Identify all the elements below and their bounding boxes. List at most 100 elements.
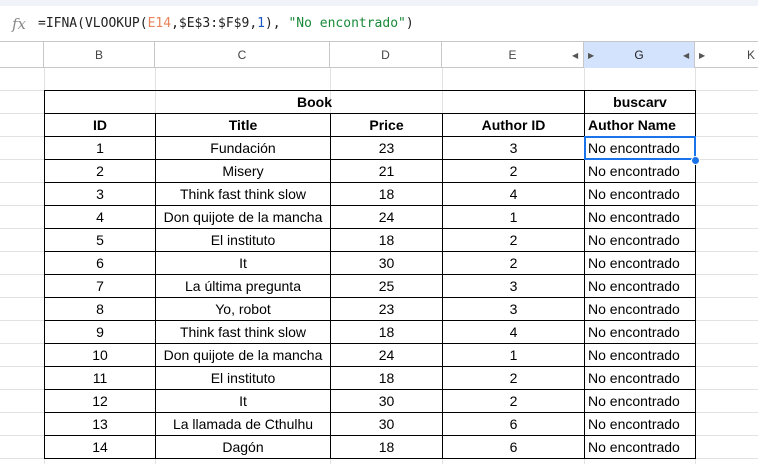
cell-author-id[interactable]: 1 bbox=[442, 205, 585, 229]
cell-author-id[interactable]: 2 bbox=[442, 389, 585, 413]
cell-id[interactable]: 1 bbox=[44, 136, 156, 160]
table-row: 10 Don quijote de la mancha 24 1 No encontra… bbox=[44, 343, 696, 367]
cell-price[interactable]: 18 bbox=[330, 182, 443, 206]
cell-id[interactable]: 3 bbox=[44, 182, 156, 206]
cell-title[interactable]: Misery bbox=[155, 159, 331, 183]
cell-id[interactable]: 2 bbox=[44, 159, 156, 183]
col-header-c[interactable]: C bbox=[155, 42, 330, 68]
cell-id[interactable]: 7 bbox=[44, 274, 156, 298]
column-title[interactable]: Title bbox=[155, 113, 331, 137]
col-header-k[interactable]: K bbox=[695, 42, 758, 68]
table-row: 5 El instituto 18 2 No encontrado bbox=[44, 228, 696, 252]
cell-title[interactable]: It bbox=[155, 251, 331, 275]
cell-author-id[interactable]: 6 bbox=[442, 412, 585, 436]
cell-price[interactable]: 23 bbox=[330, 297, 443, 321]
cell-author-name[interactable]: No encontrado bbox=[584, 343, 696, 367]
group-header-buscarv[interactable]: buscarv bbox=[584, 90, 696, 114]
cell-author-name[interactable]: No encontrado bbox=[584, 412, 696, 436]
cell-author-name[interactable]: No encontrado bbox=[584, 159, 696, 183]
cell-author-name[interactable]: No encontrado bbox=[584, 228, 696, 252]
cell-author-name[interactable]: No encontrado bbox=[584, 274, 696, 298]
cell-id[interactable]: 6 bbox=[44, 251, 156, 275]
hidden-columns-right-arrow-icon[interactable]: ▶ bbox=[588, 51, 594, 60]
cell-price[interactable]: 18 bbox=[330, 320, 443, 344]
cell-author-name[interactable]: No encontrado bbox=[584, 366, 696, 390]
cell-id[interactable]: 13 bbox=[44, 412, 156, 436]
cell-id[interactable]: 8 bbox=[44, 297, 156, 321]
cell-author-name[interactable]: No encontrado bbox=[584, 136, 696, 160]
cell-price[interactable]: 18 bbox=[330, 366, 443, 390]
cell-author-id[interactable]: 4 bbox=[442, 182, 585, 206]
group-header-book[interactable]: Book bbox=[44, 90, 585, 114]
cell-author-name[interactable]: No encontrado bbox=[584, 205, 696, 229]
cell-title[interactable]: La llamada de Cthulhu bbox=[155, 412, 331, 436]
cell-price[interactable]: 24 bbox=[330, 343, 443, 367]
hidden-columns-left-arrow-icon[interactable]: ◀ bbox=[572, 51, 578, 60]
table-row: 3 Think fast think slow 18 4 No encontrado bbox=[44, 182, 696, 206]
cell-title[interactable]: Dagón bbox=[155, 435, 331, 459]
formula-bar[interactable]: fx =IFNA(VLOOKUP(E14,$E$3:$F$9,1), "No e… bbox=[0, 0, 758, 42]
cell-title[interactable]: Yo, robot bbox=[155, 297, 331, 321]
cell-price[interactable]: 25 bbox=[330, 274, 443, 298]
formula-string: "No encontrado" bbox=[288, 16, 406, 31]
cell-id[interactable]: 10 bbox=[44, 343, 156, 367]
cell-author-name[interactable]: No encontrado bbox=[584, 389, 696, 413]
cell-author-name[interactable]: No encontrado bbox=[584, 320, 696, 344]
cell-id[interactable]: 14 bbox=[44, 435, 156, 459]
hidden-columns-left-arrow-icon[interactable]: ◀ bbox=[683, 51, 689, 60]
cell-price[interactable]: 24 bbox=[330, 205, 443, 229]
cell-author-id[interactable]: 3 bbox=[442, 297, 585, 321]
table-row: 1 Fundación 23 3 No encontrado bbox=[44, 136, 696, 160]
corner-cell[interactable] bbox=[0, 42, 44, 68]
cell-title[interactable]: Think fast think slow bbox=[155, 320, 331, 344]
formula-input[interactable]: =IFNA(VLOOKUP(E14,$E$3:$F$9,1), "No enco… bbox=[38, 16, 414, 31]
fill-handle[interactable] bbox=[691, 156, 700, 165]
cell-author-id[interactable]: 1 bbox=[442, 343, 585, 367]
col-header-d[interactable]: D bbox=[330, 42, 442, 68]
cell-price[interactable]: 23 bbox=[330, 136, 443, 160]
col-header-g[interactable]: G bbox=[584, 42, 695, 68]
cell-price[interactable]: 18 bbox=[330, 228, 443, 252]
table-row: 4 Don quijote de la mancha 24 1 No encontrad… bbox=[44, 205, 696, 229]
table-row: 9 Think fast think slow 18 4 No encontrado bbox=[44, 320, 696, 344]
cell-author-id[interactable]: 2 bbox=[442, 251, 585, 275]
column-title[interactable]: Price bbox=[330, 113, 443, 137]
column-title[interactable]: ID bbox=[44, 113, 156, 137]
cell-title[interactable]: El instituto bbox=[155, 366, 331, 390]
cell-title[interactable]: Don quijote de la mancha bbox=[155, 343, 331, 367]
cell-title[interactable]: El instituto bbox=[155, 228, 331, 252]
cell-author-id[interactable]: 6 bbox=[442, 435, 585, 459]
cell-author-id[interactable]: 2 bbox=[442, 159, 585, 183]
column-headers: B C D E ◀ G ▶ ◀ ▶ K bbox=[0, 42, 758, 68]
cell-title[interactable]: Think fast think slow bbox=[155, 182, 331, 206]
fx-icon: fx bbox=[11, 14, 26, 33]
cell-id[interactable]: 11 bbox=[44, 366, 156, 390]
cell-author-name[interactable]: No encontrado bbox=[584, 251, 696, 275]
cell-author-id[interactable]: 2 bbox=[442, 228, 585, 252]
cell-id[interactable]: 9 bbox=[44, 320, 156, 344]
cell-id[interactable]: 4 bbox=[44, 205, 156, 229]
cell-price[interactable]: 30 bbox=[330, 251, 443, 275]
formula-number: 1 bbox=[257, 16, 265, 31]
cell-price[interactable]: 21 bbox=[330, 159, 443, 183]
column-title[interactable]: Author Name bbox=[584, 113, 696, 137]
cell-price[interactable]: 30 bbox=[330, 389, 443, 413]
col-header-e[interactable]: E bbox=[442, 42, 584, 68]
cell-id[interactable]: 12 bbox=[44, 389, 156, 413]
cell-title[interactable]: It bbox=[155, 389, 331, 413]
column-title[interactable]: Author ID bbox=[442, 113, 585, 137]
cell-title[interactable]: La última pregunta bbox=[155, 274, 331, 298]
cell-author-id[interactable]: 2 bbox=[442, 366, 585, 390]
cell-author-id[interactable]: 4 bbox=[442, 320, 585, 344]
cell-author-id[interactable]: 3 bbox=[442, 136, 585, 160]
cell-author-name[interactable]: No encontrado bbox=[584, 182, 696, 206]
cell-price[interactable]: 30 bbox=[330, 412, 443, 436]
col-header-b[interactable]: B bbox=[44, 42, 155, 68]
cell-author-name[interactable]: No encontrado bbox=[584, 297, 696, 321]
cell-title[interactable]: Fundación bbox=[155, 136, 331, 160]
cell-id[interactable]: 5 bbox=[44, 228, 156, 252]
cell-author-name[interactable]: No encontrado bbox=[584, 435, 696, 459]
cell-price[interactable]: 18 bbox=[330, 435, 443, 459]
cell-title[interactable]: Don quijote de la mancha bbox=[155, 205, 331, 229]
cell-author-id[interactable]: 3 bbox=[442, 274, 585, 298]
